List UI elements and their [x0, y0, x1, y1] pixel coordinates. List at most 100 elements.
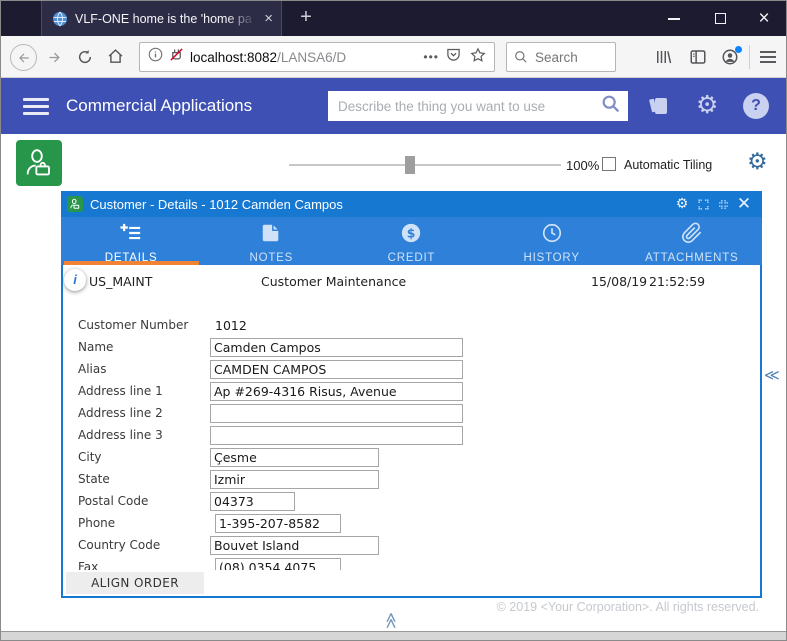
bottom-strip [1, 632, 786, 641]
name-input[interactable] [210, 338, 463, 357]
automatic-tiling-label: Automatic Tiling [624, 158, 712, 172]
window-close-icon[interactable]: ✕ [734, 191, 754, 217]
app-search-input[interactable] [328, 99, 600, 114]
address-line-1-input[interactable] [210, 382, 463, 401]
forward-button[interactable] [47, 50, 62, 70]
library-icon[interactable] [654, 48, 672, 71]
window-expand-icon[interactable] [693, 191, 713, 217]
country-code-input[interactable] [210, 536, 379, 555]
url-bar[interactable]: localhost:8082/LANSA6/D ••• [139, 42, 495, 72]
browser-search-box[interactable] [506, 42, 616, 72]
app-title: Commercial Applications [66, 96, 252, 116]
notification-dot [735, 46, 742, 53]
close-window-button[interactable]: × [747, 1, 781, 36]
clock-icon [541, 217, 563, 249]
customer-window: Customer - Details - 1012 Camden Campos … [61, 191, 762, 598]
browser-search-input[interactable] [535, 50, 605, 65]
note-icon [260, 217, 282, 249]
country-code-label: Country Code [78, 538, 160, 552]
copyright-text: © 2019 <Your Corporation>. All rights re… [497, 600, 759, 614]
maximize-button[interactable] [703, 1, 737, 36]
search-icon [514, 50, 528, 64]
zoom-slider-track[interactable] [289, 164, 561, 166]
settings-gear-icon[interactable]: ⚙ [696, 90, 718, 119]
layout-settings-gear-icon[interactable]: ⚙ [747, 149, 768, 175]
sidebars-icon[interactable] [689, 48, 707, 71]
tab-label: DETAILS [105, 252, 158, 264]
address-line-3-label: Address line 3 [78, 428, 163, 442]
tab-attachments[interactable]: ATTACHMENTS [622, 217, 762, 265]
tab-label: HISTORY [524, 252, 580, 264]
button-panel: ALIGN ORDER [63, 570, 760, 596]
phone-input[interactable] [215, 514, 341, 533]
state-input[interactable] [210, 470, 379, 489]
reload-icon[interactable] [77, 49, 93, 70]
cards-icon[interactable] [647, 94, 671, 123]
tab-label: NOTES [249, 252, 293, 264]
person-briefcase-icon [23, 147, 55, 179]
details-icon [120, 217, 142, 249]
state-label: State [78, 472, 110, 486]
address-line-2-input[interactable] [210, 404, 463, 423]
svg-text:$: $ [407, 227, 416, 241]
city-label: City [78, 450, 102, 464]
automatic-tiling-checkbox[interactable] [602, 157, 616, 171]
browser-tab[interactable]: VLF-ONE home is the 'home pa × [41, 1, 282, 36]
toolbar-separator [749, 45, 750, 69]
new-tab-button[interactable]: + [293, 5, 319, 31]
form-fields: Customer Number1012NameAliasAddress line… [63, 265, 760, 573]
address-line-2-label: Address line 2 [78, 406, 163, 420]
browser-menu-icon[interactable] [760, 51, 776, 63]
alias-label: Alias [78, 362, 106, 376]
address-line-3-input[interactable] [210, 426, 463, 445]
globe-favicon-icon [52, 11, 68, 27]
info-chip-icon[interactable]: i [64, 269, 86, 291]
search-icon[interactable] [600, 93, 622, 120]
tab-history[interactable]: HISTORY [482, 217, 622, 265]
customer-form: i US_MAINT Customer Maintenance 15/08/19… [61, 265, 762, 598]
home-icon[interactable] [107, 48, 124, 70]
window-contract-icon[interactable] [713, 191, 733, 217]
phone-label: Phone [78, 516, 115, 530]
postal-code-input[interactable] [210, 492, 295, 511]
city-input[interactable] [210, 448, 379, 467]
app-menu-icon[interactable] [23, 98, 49, 115]
postal-code-label: Postal Code [78, 494, 148, 508]
tab-label: CREDIT [388, 252, 436, 264]
app-search-box[interactable] [328, 91, 628, 121]
help-icon[interactable]: ? [743, 93, 769, 119]
account-icon[interactable] [721, 48, 739, 71]
page-actions-icon[interactable]: ••• [423, 50, 439, 64]
tab-credit[interactable]: $ CREDIT [341, 217, 481, 265]
zoom-percentage: 100% [566, 158, 599, 173]
pocket-icon[interactable] [446, 47, 461, 67]
dollar-icon: $ [400, 217, 422, 249]
tab-title: VLF-ONE home is the 'home pa [75, 12, 260, 26]
window-tabstrip: DETAILS NOTES $ CREDIT HISTORY ATTACHMENTS [61, 217, 762, 265]
zoom-slider-thumb[interactable] [405, 156, 415, 174]
collapse-panel-right-icon[interactable]: ≪ [764, 366, 780, 384]
window-settings-gear-icon[interactable]: ⚙ [672, 191, 692, 217]
tab-close-icon[interactable]: × [264, 11, 273, 26]
info-icon[interactable] [148, 47, 163, 67]
minimize-button[interactable] [657, 1, 691, 36]
back-button[interactable] [10, 44, 37, 71]
customer-window-title: Customer - Details - 1012 Camden Campos [90, 197, 343, 212]
customer-number-value: 1012 [215, 318, 247, 333]
blocked-plugin-icon[interactable] [169, 47, 184, 67]
tab-details[interactable]: DETAILS [61, 217, 201, 265]
paperclip-icon [681, 217, 703, 249]
align-order-button[interactable]: ALIGN ORDER [66, 572, 204, 594]
app-page: 100% Automatic Tiling ⚙ Customer - Detai… [1, 134, 786, 631]
collapse-panel-bottom-icon[interactable]: ≪ [382, 612, 401, 629]
address-line-1-label: Address line 1 [78, 384, 163, 398]
url-text: localhost:8082/LANSA6/D [190, 50, 416, 65]
firefox-titlebar: VLF-ONE home is the 'home pa × + × [1, 1, 786, 36]
customer-icon [67, 196, 83, 212]
bookmark-star-icon[interactable] [470, 47, 486, 68]
tab-notes[interactable]: NOTES [201, 217, 341, 265]
alias-input[interactable] [210, 360, 463, 379]
tab-label: ATTACHMENTS [645, 252, 738, 264]
customer-window-titlebar[interactable]: Customer - Details - 1012 Camden Campos [61, 191, 762, 217]
customer-launch-button[interactable] [16, 140, 62, 186]
